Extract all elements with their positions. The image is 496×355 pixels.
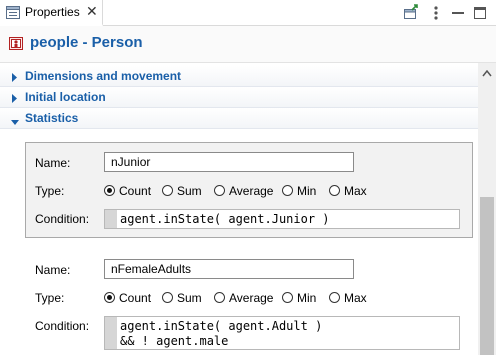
scrollbar-thumb[interactable] [480, 197, 494, 355]
section-initial-location[interactable]: Initial location [0, 87, 478, 108]
condition-label: Condition: [35, 319, 90, 333]
chevron-down-icon [11, 115, 19, 129]
close-icon[interactable]: ✕ [86, 3, 98, 20]
condition-line: agent.inState( agent.Junior ) [120, 212, 330, 226]
properties-header: people - Person [0, 26, 496, 63]
view-tab-bar: Properties ✕ [0, 0, 496, 26]
maximize-icon[interactable] [471, 4, 489, 22]
condition-editor[interactable]: agent.inState( agent.Adult ) && ! agent.… [104, 316, 460, 350]
view-menu-icon[interactable] [427, 4, 445, 22]
condition-line: agent.inState( agent.Adult ) [120, 319, 323, 333]
minimize-icon[interactable] [449, 4, 467, 22]
section-statistics[interactable]: Statistics [0, 108, 478, 129]
chevron-right-icon [12, 92, 18, 106]
section-label: Statistics [25, 111, 79, 125]
name-field[interactable]: nFemaleAdults [104, 259, 354, 279]
condition-label: Condition: [35, 212, 90, 226]
scroll-up-icon[interactable] [482, 66, 492, 80]
properties-view-icon [6, 6, 20, 22]
properties-content: Dimensions and movement Initial location… [0, 63, 478, 355]
pin-view-icon[interactable] [402, 4, 420, 22]
condition-line: && ! agent.male [120, 334, 229, 348]
type-label: Type: [35, 184, 65, 198]
tab-title: Properties [25, 5, 80, 19]
name-field[interactable]: nJunior [104, 152, 354, 172]
type-label: Type: [35, 291, 65, 305]
section-label: Initial location [25, 90, 106, 104]
page-title: people - Person [30, 34, 143, 51]
condition-editor[interactable]: agent.inState( agent.Junior ) [104, 209, 460, 229]
agent-population-icon [9, 36, 24, 54]
section-label: Dimensions and movement [25, 69, 182, 83]
vertical-scrollbar[interactable] [478, 63, 496, 355]
name-label: Name: [35, 156, 71, 170]
name-label: Name: [35, 263, 71, 277]
chevron-right-icon [12, 71, 18, 85]
properties-tab[interactable]: Properties ✕ [0, 0, 103, 26]
section-dimensions-and-movement[interactable]: Dimensions and movement [0, 66, 478, 87]
